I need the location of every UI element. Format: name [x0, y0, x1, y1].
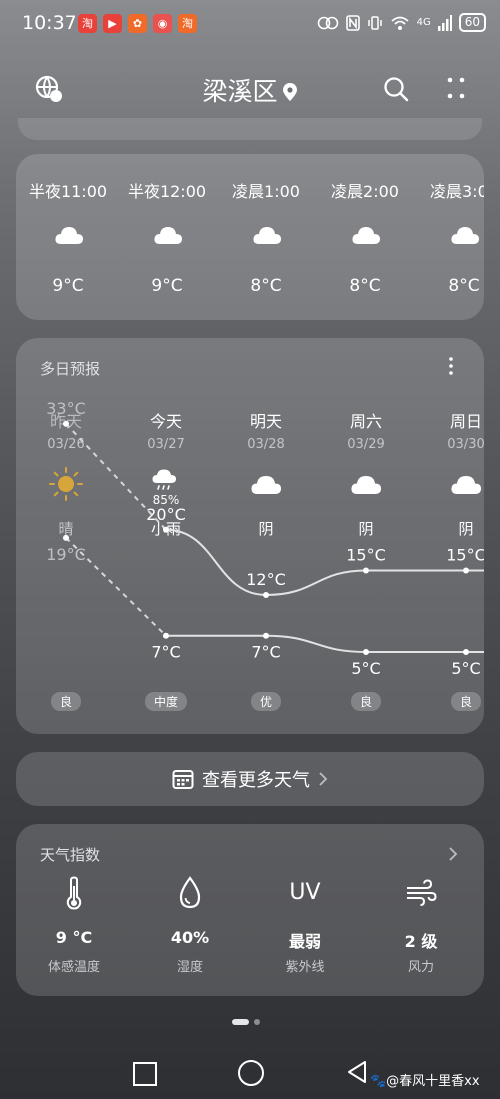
temperature-trend-chart: 33°C 20°C 12°C 15°C 15°C 19°C 7°C 7°C 5°C 5°C: [46, 399, 484, 678]
hour-temp: 8°C: [349, 276, 381, 296]
low-temp-label: 7°C: [151, 643, 180, 662]
wind-icon: [407, 879, 437, 906]
status-time: 10:37: [22, 12, 77, 34]
photo-app-icon: ◉: [153, 14, 172, 33]
high-temp-label: 12°C: [246, 570, 286, 589]
temp-point: [463, 649, 469, 655]
hour-temp: 8°C: [448, 276, 480, 296]
cloudy-icon: [154, 227, 182, 244]
battery-indicator: 60: [458, 13, 486, 32]
index-value: 9 °C: [55, 928, 93, 947]
hour-temp: 8°C: [250, 276, 282, 296]
temp-point: [163, 632, 169, 639]
home-button[interactable]: [238, 1060, 264, 1086]
watermark-text: 🐾@春风十里香xx: [370, 1074, 480, 1089]
back-button[interactable]: [346, 1060, 368, 1084]
high-temp-label: 20°C: [146, 505, 186, 524]
uv-icon: UV: [289, 880, 321, 905]
notification-app-icons: 淘 ▶ ✿ ◉ 淘: [78, 14, 197, 33]
temp-point: [163, 526, 169, 533]
taobao-app-icon: 淘: [78, 14, 97, 33]
hour-time: 凌晨1:00: [232, 182, 300, 201]
view-more-weather-label: 查看更多天气: [202, 770, 310, 791]
humidity-drop-icon: [179, 876, 201, 909]
cloudy-icon: [253, 227, 281, 244]
taobao-app-icon-2: 淘: [178, 14, 197, 33]
low-temp-label: 5°C: [351, 659, 380, 678]
high-temp-label: 15°C: [346, 546, 386, 565]
high-temp-label: 33°C: [46, 399, 86, 418]
weather-index-title: 天气指数: [40, 846, 101, 864]
index-label: 紫外线: [285, 960, 325, 975]
high-temp-label: 15°C: [446, 546, 484, 565]
more-options-icon[interactable]: [442, 74, 470, 102]
cloudy-icon: [55, 227, 83, 244]
high-temp-line: [165, 528, 484, 596]
search-icon[interactable]: [382, 75, 410, 103]
hour-time: 半夜11:00: [28, 182, 108, 201]
low-temp-label: 7°C: [251, 643, 280, 662]
video-app-icon: ▶: [103, 14, 122, 33]
weather-index-card[interactable]: 天气指数 9 °C 体感温度 40% 湿度 UV 最弱 紫外线 2 级 风力: [16, 824, 484, 996]
hour-time: 凌晨3:00: [430, 182, 484, 201]
chevron-right-icon: [319, 772, 328, 786]
index-value: 最弱: [288, 932, 321, 951]
alarm-icon: [317, 16, 338, 29]
nfc-icon: [345, 14, 360, 31]
low-temp-label: 19°C: [46, 545, 86, 564]
collapsed-card-strip[interactable]: [18, 118, 482, 140]
wifi-icon: [391, 16, 409, 30]
index-value: 2 级: [404, 932, 438, 951]
page-indicator: [232, 1019, 260, 1025]
view-more-weather-button[interactable]: 查看更多天气: [16, 752, 484, 806]
status-indicators: 4G 60: [317, 13, 486, 32]
network-type-label: 4G: [416, 17, 431, 28]
thermometer-icon: [66, 876, 82, 910]
index-label: 风力: [407, 960, 434, 975]
temp-point: [263, 591, 269, 598]
temp-point: [363, 649, 369, 655]
calendar-icon: [172, 770, 194, 789]
chevron-right-icon[interactable]: [448, 846, 458, 862]
index-label: 体感温度: [47, 960, 100, 975]
cloudy-icon: [451, 227, 479, 244]
low-temp-line: [165, 634, 484, 653]
signal-icon: [437, 14, 452, 31]
hour-time: 凌晨2:00: [331, 182, 399, 201]
temp-point: [463, 567, 469, 574]
hour-time: 半夜12:00: [127, 182, 207, 201]
hour-temp: 9°C: [52, 276, 84, 296]
cloudy-icon: [352, 227, 380, 244]
vibrate-icon: [367, 15, 382, 30]
hourly-forecast-card[interactable]: 半夜11:00 9°C 半夜12:00 9°C 凌晨1:00 8°C 凌晨2:0…: [16, 154, 484, 320]
index-value: 40%: [170, 928, 210, 947]
city-title[interactable]: 梁溪区: [0, 72, 500, 108]
shopping-app-icon: ✿: [128, 14, 147, 33]
location-pin-icon: [282, 83, 297, 101]
index-label: 湿度: [176, 960, 203, 975]
multi-day-forecast-card[interactable]: 多日预报 昨天 03/26 晴 良 今天 03/27 85% 小雨 中度 明天 …: [16, 338, 484, 734]
page-dot-active: [232, 1019, 249, 1025]
temp-point: [63, 420, 69, 427]
city-name: 梁溪区: [202, 77, 278, 106]
temp-point: [363, 567, 369, 574]
temp-point: [63, 534, 69, 541]
hour-temp: 9°C: [151, 276, 183, 296]
low-temp-label: 5°C: [451, 659, 480, 678]
temp-point: [263, 632, 269, 639]
page-dot: [254, 1019, 260, 1025]
recent-apps-button[interactable]: [133, 1062, 157, 1086]
